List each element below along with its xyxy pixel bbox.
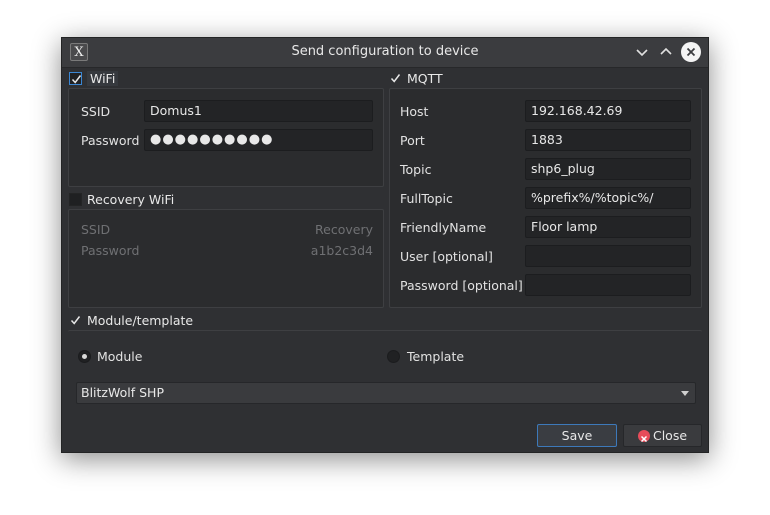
- wifi-checkbox[interactable]: [69, 71, 82, 85]
- template-radio[interactable]: [387, 350, 400, 363]
- wifi-ssid-label: SSID: [81, 104, 111, 119]
- template-radio-label[interactable]: Template: [407, 349, 464, 364]
- module-label: Module/template: [87, 312, 194, 328]
- module-group-title[interactable]: Module/template: [69, 311, 193, 329]
- mqtt-host-input[interactable]: 192.168.42.69: [525, 100, 691, 122]
- mqtt-topic-input[interactable]: shp6_plug: [525, 158, 691, 180]
- title-bar[interactable]: X Send configuration to device: [62, 38, 708, 68]
- wifi-password-input[interactable]: ●●●●●●●●●●: [144, 129, 373, 151]
- recovery-password-value[interactable]: a1b2c3d4: [311, 243, 373, 258]
- module-radio[interactable]: [78, 350, 91, 363]
- chevron-down-icon: [681, 391, 689, 396]
- recovery-group: SSID Recovery Password a1b2c3d4: [68, 209, 384, 308]
- recovery-label: Recovery WiFi: [87, 191, 175, 207]
- module-radio-label[interactable]: Module: [97, 349, 142, 364]
- mqtt-host-label: Host: [400, 104, 429, 119]
- mqtt-friendlyname-label: FriendlyName: [400, 220, 487, 235]
- mqtt-friendlyname-input[interactable]: Floor lamp: [525, 216, 691, 238]
- wifi-ssid-input[interactable]: Domus1: [144, 100, 373, 122]
- mqtt-password-label: Password [optional]: [400, 278, 523, 293]
- recovery-checkbox[interactable]: [69, 192, 82, 206]
- mqtt-fulltopic-input[interactable]: %prefix%/%topic%/: [525, 187, 691, 209]
- recovery-password-label: Password: [81, 243, 140, 258]
- close-icon: [637, 429, 650, 442]
- recovery-ssid-value[interactable]: Recovery: [315, 222, 373, 237]
- minimize-icon[interactable]: [632, 42, 652, 62]
- module-checkbox[interactable]: [69, 314, 82, 327]
- recovery-group-title[interactable]: Recovery WiFi: [69, 190, 174, 208]
- mqtt-group: Host 192.168.42.69 Port 1883 Topic shp6_…: [389, 88, 702, 308]
- mqtt-group-title[interactable]: MQTT: [389, 69, 443, 87]
- mqtt-user-label: User [optional]: [400, 249, 493, 264]
- mqtt-user-input[interactable]: [525, 245, 691, 267]
- recovery-ssid-label: SSID: [81, 222, 111, 237]
- mqtt-port-label: Port: [400, 133, 425, 148]
- save-button[interactable]: Save: [537, 424, 617, 447]
- mqtt-topic-label: Topic: [400, 162, 432, 177]
- close-window-icon[interactable]: [681, 42, 701, 62]
- mqtt-fulltopic-label: FullTopic: [400, 191, 453, 206]
- dialog-window: X Send configuration to device WiFi SSID…: [61, 37, 709, 453]
- close-button-label: Close: [652, 428, 688, 443]
- module-dropdown[interactable]: BlitzWolf SHP: [76, 382, 696, 404]
- wifi-group: SSID Domus1 Password ●●●●●●●●●●: [68, 88, 384, 187]
- maximize-icon[interactable]: [656, 42, 676, 62]
- close-button[interactable]: Close: [623, 424, 702, 447]
- module-group: [68, 330, 702, 420]
- mqtt-label: MQTT: [407, 70, 443, 86]
- wifi-label: WiFi: [87, 70, 119, 86]
- wifi-password-label: Password: [81, 133, 140, 148]
- wifi-group-title[interactable]: WiFi: [69, 69, 119, 87]
- window-title: Send configuration to device: [291, 44, 479, 59]
- mqtt-checkbox[interactable]: [389, 72, 402, 85]
- module-dropdown-value: BlitzWolf SHP: [81, 385, 164, 400]
- mqtt-port-input[interactable]: 1883: [525, 129, 691, 151]
- mqtt-password-input[interactable]: [525, 274, 691, 296]
